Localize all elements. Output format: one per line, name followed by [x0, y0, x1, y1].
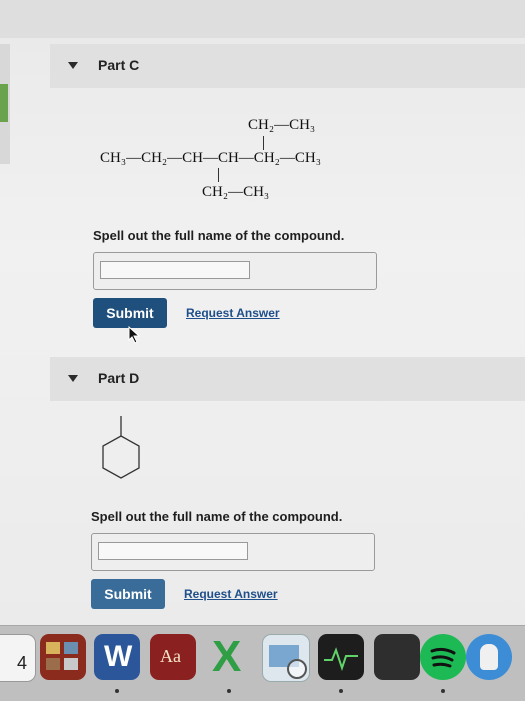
part-c-request-answer-link[interactable]: Request Answer: [186, 306, 280, 320]
bottom-bond-line: [218, 168, 219, 182]
top-branch: CH₂—CH₃: [248, 117, 316, 133]
mouse-cursor-icon: [128, 326, 141, 344]
part-d-request-answer-link[interactable]: Request Answer: [184, 587, 278, 601]
part-d-answer-input[interactable]: [98, 542, 248, 560]
running-indicator: [115, 689, 119, 693]
part-d-prompt: Spell out the full name of the compound.: [91, 509, 343, 524]
browser-content: Part C CH₂—CH₃ CH₃—CH₂—CH—CH—CH₂—CH₃ CH₂…: [0, 0, 525, 625]
part-c-answer-input[interactable]: [100, 261, 250, 279]
main-chain: CH₃—CH₂—CH—CH—CH₂—CH₃: [100, 150, 321, 166]
running-indicator: [339, 689, 343, 693]
left-sidebar-edge: [0, 44, 10, 164]
running-indicator: [441, 689, 445, 693]
part-d-answer-box[interactable]: [91, 533, 375, 571]
app-dark-icon[interactable]: [374, 634, 420, 680]
cyclohexane-structure: [102, 416, 140, 479]
top-band: [0, 0, 525, 38]
part-c-prompt: Spell out the full name of the compound.: [93, 228, 345, 243]
part-c-header[interactable]: Part C: [50, 44, 525, 88]
photo-booth-icon[interactable]: [40, 634, 86, 680]
spotify-icon[interactable]: [420, 634, 466, 680]
collapse-triangle-icon[interactable]: [68, 375, 78, 382]
dock: 4 W Aa X: [0, 625, 525, 701]
calendar-icon[interactable]: 4: [0, 634, 36, 682]
running-indicator: [227, 689, 231, 693]
part-d-submit-button[interactable]: Submit: [91, 579, 165, 609]
bottom-branch: CH₂—CH₃: [202, 184, 270, 200]
collapse-triangle-icon[interactable]: [68, 62, 78, 69]
part-c-submit-button[interactable]: Submit: [93, 298, 167, 328]
part-d-title: Part D: [98, 370, 140, 386]
excel-icon[interactable]: X: [206, 632, 252, 681]
part-c-title: Part C: [98, 57, 140, 73]
top-bond-line: [263, 136, 264, 150]
part-d-header[interactable]: Part D: [50, 357, 525, 401]
preview-icon[interactable]: [262, 634, 310, 682]
word-icon[interactable]: W: [94, 634, 140, 680]
finder-blue-icon[interactable]: [466, 634, 512, 680]
activity-monitor-icon[interactable]: [318, 634, 364, 680]
dictionary-icon[interactable]: Aa: [150, 634, 196, 680]
part-c-answer-box[interactable]: [93, 252, 377, 290]
